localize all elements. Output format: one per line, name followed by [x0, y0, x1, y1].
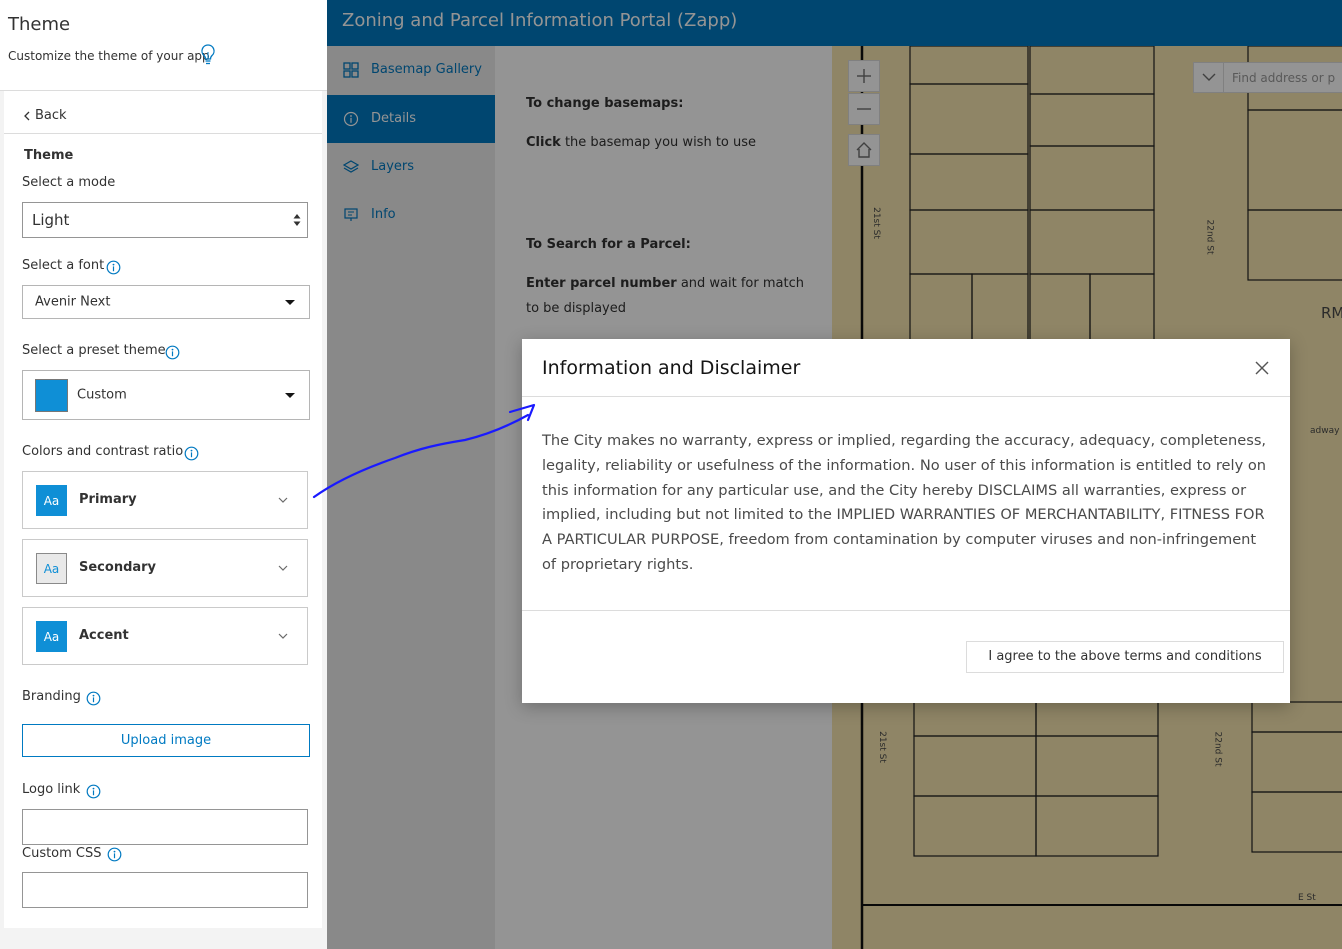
- panel-header: Theme Customize the theme of your app: [0, 0, 327, 91]
- logo-link-label: Logo link: [22, 782, 81, 797]
- color-secondary-card[interactable]: Aa Secondary: [22, 539, 308, 597]
- theme-panel: Theme Customize the theme of your app Ba…: [0, 0, 327, 949]
- preset-value: Custom: [77, 387, 127, 403]
- info-icon[interactable]: [86, 784, 101, 799]
- color-accent-card[interactable]: Aa Accent: [22, 607, 308, 665]
- disclaimer-text: The City makes no warranty, express or i…: [542, 432, 1267, 573]
- logo-link-input[interactable]: [22, 809, 308, 845]
- mode-value: Light: [32, 211, 70, 229]
- mode-label: Select a mode: [22, 175, 116, 190]
- upload-image-button[interactable]: Upload image: [22, 724, 310, 757]
- chevron-down-icon: [278, 565, 288, 571]
- custom-css-input[interactable]: [22, 872, 308, 908]
- preset-color-swatch: [35, 379, 68, 412]
- preset-select[interactable]: Custom: [22, 370, 310, 420]
- caret-down-icon: [285, 393, 295, 398]
- chevron-down-icon: [278, 633, 288, 639]
- modal-title: Information and Disclaimer: [542, 357, 801, 379]
- accent-swatch: Aa: [36, 621, 67, 652]
- font-label: Select a font: [22, 258, 105, 273]
- info-icon[interactable]: [106, 260, 121, 275]
- info-icon[interactable]: [107, 847, 122, 862]
- panel-footer: [0, 928, 327, 949]
- chevron-down-icon: [278, 497, 288, 503]
- agree-button[interactable]: I agree to the above terms and condition…: [966, 641, 1284, 673]
- theme-settings: Back Theme Select a mode Light Select a …: [4, 96, 322, 928]
- lightbulb-icon[interactable]: [199, 43, 217, 67]
- panel-subtitle: Customize the theme of your app: [8, 49, 210, 63]
- info-icon[interactable]: [184, 446, 199, 461]
- back-button[interactable]: Back: [4, 96, 322, 134]
- info-icon[interactable]: [165, 345, 180, 360]
- colors-label: Colors and contrast ratio: [22, 444, 184, 459]
- font-value: Avenir Next: [35, 294, 111, 310]
- panel-title: Theme: [8, 14, 71, 35]
- mode-select[interactable]: Light: [22, 202, 308, 238]
- info-icon[interactable]: [86, 691, 101, 706]
- disclaimer-modal: Information and Disclaimer The City make…: [522, 339, 1290, 703]
- primary-label: Primary: [79, 492, 137, 507]
- section-title: Theme: [24, 148, 74, 163]
- branding-label: Branding: [22, 689, 81, 704]
- back-label: Back: [35, 108, 67, 123]
- caret-down-icon: [285, 300, 295, 305]
- font-select[interactable]: Avenir Next: [22, 285, 310, 319]
- primary-swatch: Aa: [36, 485, 67, 516]
- custom-css-label: Custom CSS: [22, 846, 102, 861]
- sort-arrows-icon: [293, 214, 301, 226]
- close-icon[interactable]: [1253, 359, 1271, 377]
- modal-divider: [522, 610, 1290, 611]
- chevron-left-icon: [24, 111, 30, 121]
- color-primary-card[interactable]: Aa Primary: [22, 471, 308, 529]
- secondary-label: Secondary: [79, 560, 157, 575]
- modal-header: Information and Disclaimer: [522, 339, 1290, 397]
- secondary-swatch: Aa: [36, 553, 67, 584]
- accent-label: Accent: [79, 628, 129, 643]
- preset-label: Select a preset theme: [22, 343, 166, 358]
